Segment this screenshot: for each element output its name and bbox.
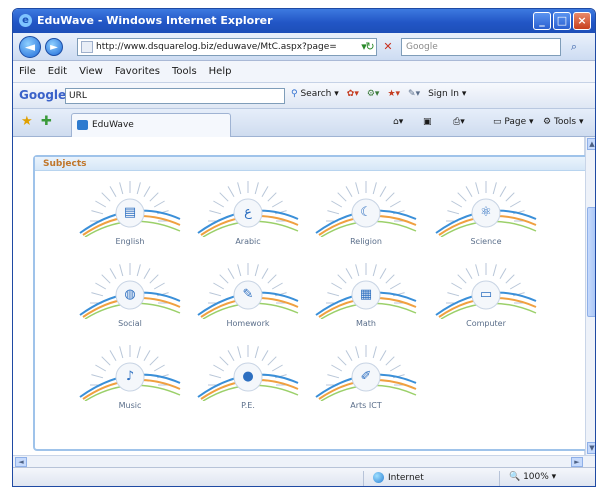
book-icon: ▤ [123,205,137,220]
subject-label: English [115,237,145,246]
tools-menu[interactable]: ⚙ Tools ▾ [543,117,584,127]
maximize-button[interactable]: □ [553,12,571,30]
address-url: http://www.dsquarelog.biz/eduwave/MtC.as… [96,42,337,52]
scroll-down-arrow[interactable]: ▼ [587,442,595,454]
pencil-icon: ✎ [242,287,254,302]
subject-label: Arts ICT [350,401,382,410]
tab-bar: ★ ✚ EduWave ⌂▾ ▣ ⎙▾ ▭ Page ▾ ⚙ Tools ▾ [13,109,595,137]
ie-logo-icon: e [19,14,32,27]
subjects-panel: Subjects ▤ English ع Arabic ☾ Religion ⚛ [33,155,589,451]
subject-tile-math[interactable]: ▦ Math [311,257,421,337]
subject-tile-social[interactable]: ◍ Social [75,257,185,337]
page-menu[interactable]: ▭ Page ▾ [493,117,534,127]
letters-icon: ع [244,205,252,220]
page-icon [81,41,93,53]
menu-view[interactable]: View [79,66,103,77]
scroll-thumb[interactable] [587,207,595,317]
bookmark-icon[interactable]: ★▾ [387,89,400,99]
forward-button[interactable]: ► [45,38,63,56]
settings-icon[interactable]: ⚙▾ [367,89,380,99]
google-logo: Google [19,88,67,102]
back-button[interactable]: ◄ [19,36,41,58]
google-toolbar: Google URL ⚲ Search ▾ ✿▾ ⚙▾ ★▾ ✎▾ Sign I… [13,83,595,109]
calculator-icon: ▦ [359,287,373,302]
computer-icon: ▭ [479,287,493,302]
subject-tile-arts-ict[interactable]: ✐ Arts ICT [311,339,421,419]
minimize-button[interactable]: _ [533,12,551,30]
favicon-icon [77,120,88,130]
note-icon: ♪ [125,369,135,384]
address-field[interactable]: http://www.dsquarelog.biz/eduwave/MtC.as… [77,38,377,56]
ball-icon: ● [242,369,254,384]
print-icon[interactable]: ⎙▾ [453,117,465,127]
menu-favorites[interactable]: Favorites [115,66,160,77]
subject-tile-computer[interactable]: ▭ Computer [431,257,541,337]
brush-icon: ✐ [360,369,372,384]
security-zone: Internet [373,472,424,483]
subject-label: Computer [466,319,506,328]
tab-title: EduWave [92,120,134,130]
crescent-icon: ☾ [360,205,372,220]
menu-help[interactable]: Help [209,66,232,77]
menu-bar: File Edit View Favorites Tools Help [13,61,595,83]
address-bar-row: ◄ ► http://www.dsquarelog.biz/eduwave/Mt… [13,33,595,61]
window-title: EduWave - Windows Internet Explorer [37,14,273,27]
tab-eduwave[interactable]: EduWave [71,113,231,137]
subject-label: Music [118,401,142,410]
atom-icon: ⚛ [480,205,492,220]
subject-label: Homework [226,319,270,328]
favorites-star-icon[interactable]: ★ [21,114,33,129]
subjects-header: Subjects [35,157,587,171]
google-sign-in[interactable]: Sign In ▾ [428,89,466,99]
globe-icon: ◍ [124,287,136,302]
subject-tile-arabic[interactable]: ع Arabic [193,175,303,255]
close-button[interactable]: × [573,12,591,30]
title-bar: e EduWave - Windows Internet Explorer _ … [13,9,595,33]
add-favorite-icon[interactable]: ✚ [41,114,52,129]
google-search-input[interactable]: URL [65,88,285,104]
subject-label: Social [118,319,142,328]
subject-tile-homework[interactable]: ✎ Homework [193,257,303,337]
stop-icon[interactable]: ✕ [379,39,397,55]
menu-edit[interactable]: Edit [48,66,67,77]
search-input[interactable]: Google [401,38,561,56]
internet-globe-icon [373,472,384,483]
subject-tile-religion[interactable]: ☾ Religion [311,175,421,255]
scroll-left-arrow[interactable]: ◄ [15,457,27,467]
google-search-button[interactable]: ⚲ Search ▾ [291,89,339,99]
subject-label: P.E. [241,401,255,410]
subject-tile-music[interactable]: ♪ Music [75,339,185,419]
menu-tools[interactable]: Tools [172,66,197,77]
search-icon[interactable]: ⌕ [565,39,583,55]
subject-label: Arabic [235,237,261,246]
status-bar: Internet 🔍 100% ▾ [13,467,595,486]
home-icon[interactable]: ⌂▾ [393,117,403,127]
menu-file[interactable]: File [19,66,36,77]
vertical-scrollbar[interactable]: ▲ ▼ [585,137,595,455]
subject-label: Religion [350,237,382,246]
horizontal-scrollbar[interactable]: ◄ ► [13,455,595,467]
subject-tile-english[interactable]: ▤ English [75,175,185,255]
subject-tile-science[interactable]: ⚛ Science [431,175,541,255]
page-content: Subjects ▤ English ع Arabic ☾ Religion ⚛ [13,137,589,455]
subject-tile-p-e[interactable]: ● P.E. [193,339,303,419]
scroll-up-arrow[interactable]: ▲ [587,138,595,150]
feeds-icon[interactable]: ▣ [423,117,432,127]
wrench-icon[interactable]: ✎▾ [408,89,420,99]
subject-label: Science [470,237,502,246]
subject-label: Math [355,319,376,328]
scroll-right-arrow[interactable]: ► [571,457,583,467]
browser-window: e EduWave - Windows Internet Explorer _ … [12,8,596,487]
refresh-icon[interactable]: ↻ [361,39,379,55]
pagerank-icon[interactable]: ✿▾ [347,89,359,99]
zoom-level[interactable]: 🔍 100% ▾ [509,472,556,482]
